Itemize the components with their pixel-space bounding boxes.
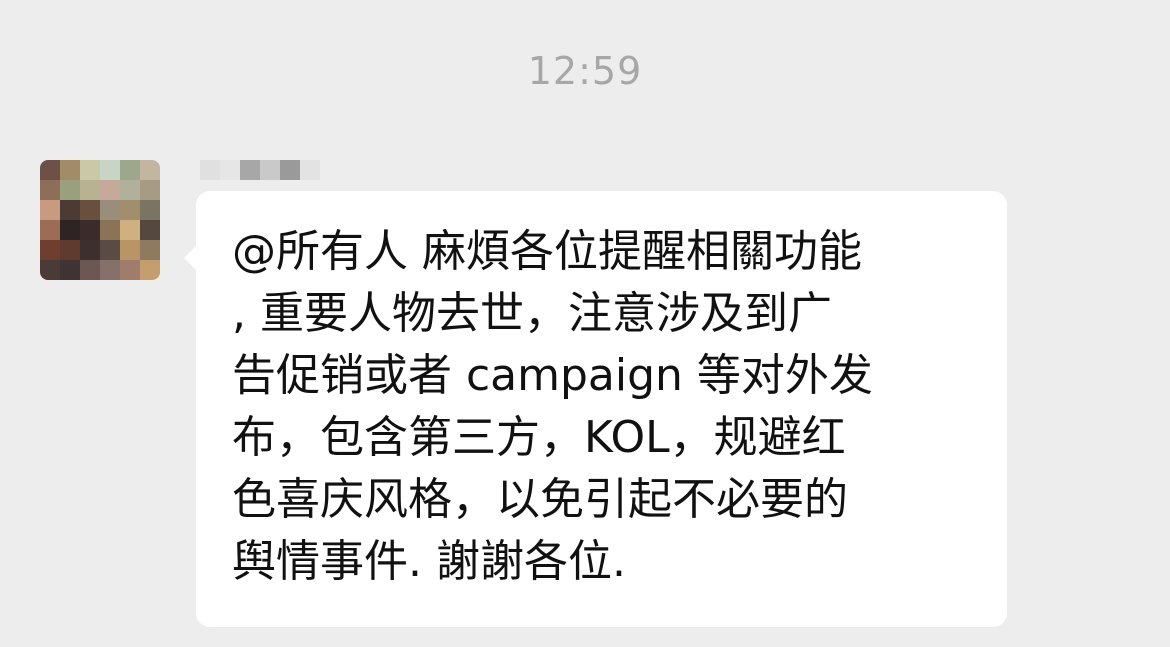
avatar[interactable] — [40, 160, 160, 280]
message-line: 布，包含第三方，KOL，规避红 — [232, 412, 846, 463]
message-line: @所有人 麻煩各位提醒相關功能 — [232, 226, 862, 277]
sender-name-redacted — [200, 160, 320, 182]
message-line: 舆情事件. 謝謝各位. — [232, 536, 626, 587]
message-line: , 重要人物去世，注意涉及到广 — [232, 288, 832, 339]
message-line: 告促销或者 campaign 等对外发 — [232, 350, 873, 401]
message-line: 色喜庆风格，以免引起不必要的 — [232, 474, 848, 525]
message-text: @所有人 麻煩各位提醒相關功能 , 重要人物去世，注意涉及到广 告促销或者 ca… — [232, 221, 992, 593]
message-timestamp: 12:59 — [527, 49, 643, 93]
